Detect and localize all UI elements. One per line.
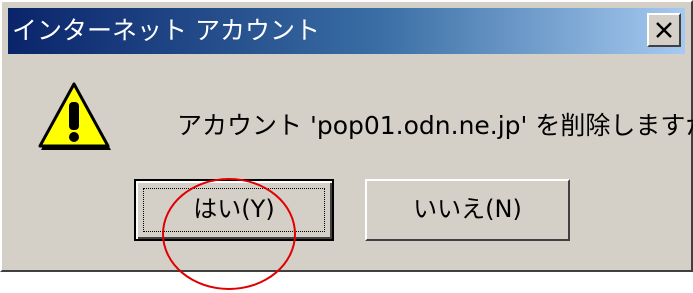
- focus-rectangle: [143, 188, 325, 232]
- no-button[interactable]: いいえ(N): [365, 179, 570, 241]
- close-icon: [656, 22, 672, 38]
- dialog-title: インターネット アカウント: [12, 16, 320, 45]
- no-button-label: いいえ(N): [413, 195, 522, 223]
- warning-icon: [38, 82, 111, 150]
- confirm-message: アカウント 'pop01.odn.ne.jp' を削除しますか?: [177, 111, 693, 140]
- close-button[interactable]: [647, 13, 681, 47]
- yes-button[interactable]: はい(Y): [134, 179, 334, 241]
- title-bar[interactable]: インターネット アカウント: [8, 8, 685, 54]
- confirm-dialog: インターネット アカウント アカウント 'pop01.odn.ne.jp' を削…: [0, 0, 693, 272]
